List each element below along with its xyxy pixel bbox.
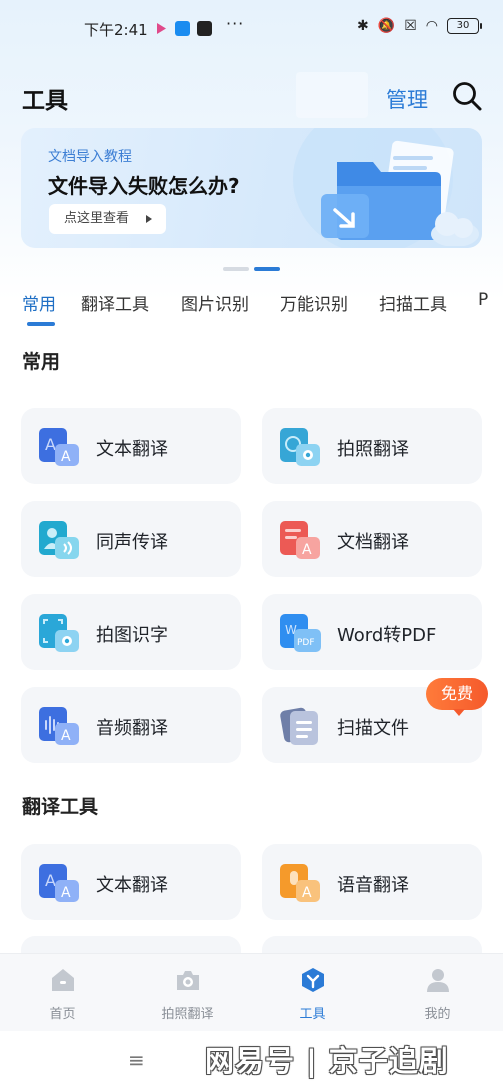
nav-label: 工具 [299, 1007, 326, 1022]
tab-pdf-tools[interactable]: P [478, 290, 488, 310]
photo-ocr-icon [39, 614, 79, 652]
tool-card-audio-translate[interactable]: A 音频翻译 [21, 687, 241, 763]
simultaneous-interpret-icon [39, 521, 79, 559]
nav-tools[interactable]: 工具 [250, 954, 375, 1032]
svg-text:A: A [45, 435, 56, 454]
word-to-pdf-icon: W PDF [280, 614, 321, 652]
section-title: 翻译工具 [22, 796, 99, 818]
folder-illustration-icon [321, 140, 479, 246]
svg-text:A: A [302, 542, 312, 558]
tool-label: 文本翻译 [96, 875, 168, 896]
tool-card-voice-translate[interactable]: A 语音翻译 [262, 844, 482, 920]
tool-label: 文本翻译 [96, 439, 168, 460]
voice-translate-icon: A [280, 864, 320, 902]
tool-card-word-to-pdf[interactable]: W PDF Word转PDF [262, 594, 482, 670]
nav-photo-translate[interactable]: 拍照翻译 [125, 954, 250, 1032]
nav-label: 拍照翻译 [161, 1007, 214, 1022]
home-icon [52, 969, 74, 991]
play-app-icon [157, 23, 166, 34]
camera-icon [177, 971, 199, 990]
svg-text:A: A [45, 871, 56, 890]
text-translate-icon: A A [39, 428, 79, 466]
free-badge: 免费 [426, 678, 488, 716]
tool-label: 同声传译 [96, 532, 168, 553]
manage-button[interactable]: 管理 [386, 84, 428, 114]
bluetooth-icon: ✱ [357, 18, 369, 34]
search-icon[interactable] [451, 80, 483, 112]
tools-icon [302, 968, 324, 992]
tool-card-document-translate[interactable]: A 文档翻译 [262, 501, 482, 577]
photo-translate-icon [280, 428, 320, 466]
document-translate-icon: A [280, 521, 320, 559]
tab-universal-recognition[interactable]: 万能识别 [280, 290, 348, 315]
banner-page-dot [223, 267, 249, 271]
tool-card-text-translate[interactable]: A A 文本翻译 [21, 844, 241, 920]
banner-title: 文件导入失败怎么办? [48, 174, 240, 198]
svg-text:A: A [61, 885, 71, 901]
banner-page-dot-active [254, 267, 280, 271]
svg-text:PDF: PDF [297, 638, 315, 648]
svg-text:A: A [302, 885, 312, 901]
tool-card-text-translate[interactable]: A A 文本翻译 [21, 408, 241, 484]
more-notifications-icon: ··· [226, 14, 245, 33]
menu-icon[interactable]: ≡ [128, 1048, 145, 1072]
nav-home[interactable]: 首页 [0, 954, 125, 1032]
status-indicators: ✱ 🔕 ☒ ◠ 30 [357, 18, 482, 34]
tool-label: 音频翻译 [96, 718, 168, 739]
tool-card-simultaneous-interpret[interactable]: 同声传译 [21, 501, 241, 577]
tab-scan-tools[interactable]: 扫描工具 [379, 290, 447, 315]
tool-label: 文档翻译 [337, 532, 409, 553]
tool-label: 拍图识字 [96, 625, 168, 646]
battery-icon: 30 [447, 18, 482, 34]
tutorial-banner[interactable]: 文档导入教程 文件导入失败怎么办? 点这里查看 [21, 128, 482, 248]
scan-file-icon [280, 707, 318, 745]
app-notification-icon [175, 21, 190, 36]
section-title: 常用 [22, 351, 61, 373]
tab-image-recognition[interactable]: 图片识别 [181, 290, 249, 315]
watermark: 网易号 | 京子追剧 [205, 1044, 449, 1078]
tool-label: Word转PDF [337, 625, 437, 646]
tool-card-photo-ocr[interactable]: 拍图识字 [21, 594, 241, 670]
category-tabs: 常用 翻译工具 图片识别 万能识别 扫描工具 P [0, 290, 503, 330]
bottom-navigation: 首页 拍照翻译 工具 我的 [0, 953, 503, 1031]
svg-text:A: A [61, 449, 71, 465]
status-time: 下午2:41 [84, 21, 148, 39]
tool-card-photo-translate[interactable]: 拍照翻译 [262, 408, 482, 484]
capcut-app-icon [197, 21, 212, 36]
nav-label: 我的 [424, 1007, 451, 1022]
wifi-icon: ◠ [425, 18, 438, 34]
tab-indicator [27, 322, 55, 326]
status-bar: 下午2:41 ··· ✱ 🔕 ☒ ◠ 30 [0, 0, 503, 58]
banner-subtitle: 文档导入教程 [48, 149, 132, 165]
audio-translate-icon: A [39, 707, 79, 745]
header-placeholder-image [296, 72, 368, 118]
mute-bell-icon: 🔕 [377, 18, 396, 34]
nav-label: 首页 [49, 1007, 76, 1022]
banner-view-button[interactable]: 点这里查看 [49, 204, 166, 234]
tool-label: 拍照翻译 [337, 439, 409, 460]
banner-view-label: 点这里查看 [64, 211, 130, 226]
text-translate-icon: A A [39, 864, 79, 902]
page-title: 工具 [22, 88, 68, 114]
sim-off-icon: ☒ [404, 18, 417, 34]
tab-common[interactable]: 常用 [22, 290, 56, 315]
play-arrow-icon [146, 215, 152, 223]
tab-translate-tools[interactable]: 翻译工具 [81, 290, 149, 315]
tool-label: 扫描文件 [337, 718, 409, 739]
tool-label: 语音翻译 [337, 875, 409, 896]
profile-icon [427, 969, 449, 992]
nav-profile[interactable]: 我的 [375, 954, 500, 1032]
svg-text:A: A [61, 728, 71, 744]
